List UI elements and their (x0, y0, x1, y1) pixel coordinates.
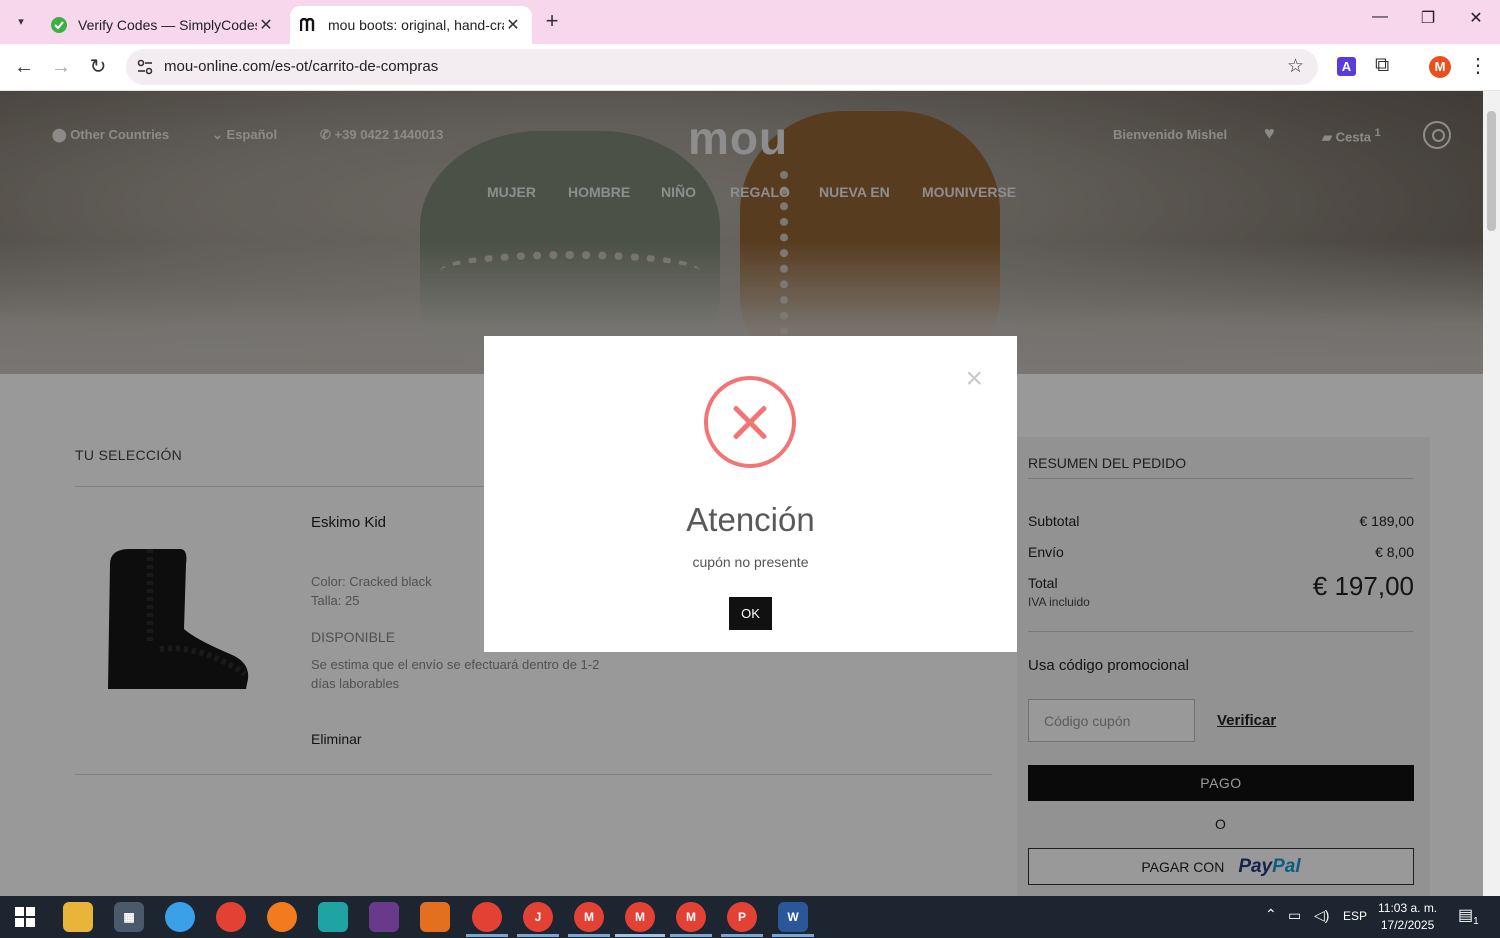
close-tab-icon[interactable]: ✕ (504, 15, 522, 35)
error-icon (704, 376, 796, 468)
browser-toolbar: ← → ↻ mou-online.com/es-ot/carrito-de-co… (0, 44, 1500, 91)
page-scrollbar[interactable] (1483, 91, 1500, 896)
close-icon[interactable]: × (965, 364, 983, 394)
notification-icon[interactable]: ▤1 (1458, 905, 1479, 927)
alert-dialog: × Atención cupón no presente OK (484, 336, 1017, 652)
ok-button[interactable]: OK (729, 597, 772, 630)
app-icon[interactable] (318, 902, 348, 932)
chrome-profile-icon[interactable]: M (676, 902, 706, 932)
tab-title: Verify Codes — SimplyCodes (78, 17, 257, 33)
chrome-icon[interactable] (216, 902, 246, 932)
windows-start-icon[interactable] (10, 902, 40, 932)
new-tab-button[interactable]: + (540, 10, 564, 34)
active-indicator (670, 934, 712, 937)
restore-icon[interactable]: ❐ (1413, 8, 1443, 28)
close-tab-icon[interactable]: ✕ (257, 15, 275, 35)
profile-avatar[interactable]: M (1429, 56, 1451, 78)
forward-icon[interactable]: → (47, 54, 75, 82)
address-bar[interactable]: mou-online.com/es-ot/carrito-de-compras … (126, 49, 1318, 85)
firefox-icon[interactable] (267, 902, 297, 932)
network-icon[interactable]: ▭ (1288, 907, 1301, 924)
back-icon[interactable]: ← (10, 54, 38, 82)
word-icon[interactable]: W (778, 902, 808, 932)
extension-a-icon[interactable]: A (1337, 57, 1356, 76)
tab-title: mou boots: original, hand-crafted (328, 17, 504, 33)
file-explorer-icon[interactable] (63, 902, 93, 932)
app-icon[interactable] (369, 902, 399, 932)
tab-bar: ▾ Verify Codes — SimplyCodes ✕ mou boots… (0, 0, 1500, 44)
web-page: ⬤ Other Countries ⌄ Español ✆ +39 0422 1… (0, 91, 1483, 896)
chrome-profile-icon[interactable]: P (727, 902, 757, 932)
volume-icon[interactable]: ◁) (1314, 907, 1329, 924)
app-icon[interactable] (420, 902, 450, 932)
mou-icon (300, 16, 318, 34)
reload-icon[interactable]: ↻ (84, 54, 112, 82)
chrome-profile-icon[interactable]: M (574, 902, 604, 932)
site-settings-icon[interactable] (136, 58, 154, 76)
browser-menu-icon[interactable]: ⋮ (1468, 53, 1488, 78)
tab-simplycodes[interactable]: Verify Codes — SimplyCodes ✕ (40, 6, 285, 44)
minimize-icon[interactable]: — (1365, 8, 1395, 26)
calculator-icon[interactable]: ▦ (114, 902, 144, 932)
chrome-profile-icon[interactable]: M (625, 902, 655, 932)
dialog-message: cupón no presente (692, 554, 809, 570)
tab-mou[interactable]: mou boots: original, hand-crafted ✕ (290, 6, 532, 44)
chrome-profile-icon[interactable]: J (523, 902, 553, 932)
chrome-profile-icon[interactable] (472, 902, 502, 932)
tab-search-button[interactable]: ▾ (8, 8, 34, 34)
active-indicator (721, 934, 763, 937)
active-indicator (772, 934, 814, 937)
clock[interactable]: 11:03 a. m. 17/2/2025 (1378, 900, 1437, 934)
close-window-icon[interactable]: ✕ (1461, 8, 1491, 28)
url-text: mou-online.com/es-ot/carrito-de-compras (164, 58, 439, 75)
extensions-icon[interactable]: ⧉ (1375, 54, 1389, 77)
active-indicator (615, 934, 665, 937)
input-language[interactable]: ESP (1343, 909, 1367, 923)
copilot-icon[interactable] (165, 902, 195, 932)
bookmark-star-icon[interactable]: ☆ (1287, 55, 1304, 78)
active-indicator (466, 934, 508, 937)
dialog-title: Atención (686, 501, 815, 538)
active-indicator (517, 934, 559, 937)
chevron-up-icon[interactable]: ⌃ (1265, 906, 1277, 923)
windows-taskbar: ▦ J M M M P W ⌃ ▭ ◁) ESP 11:03 a. m. 17/… (0, 896, 1500, 938)
simplycodes-icon (50, 16, 68, 34)
active-indicator (568, 934, 610, 937)
